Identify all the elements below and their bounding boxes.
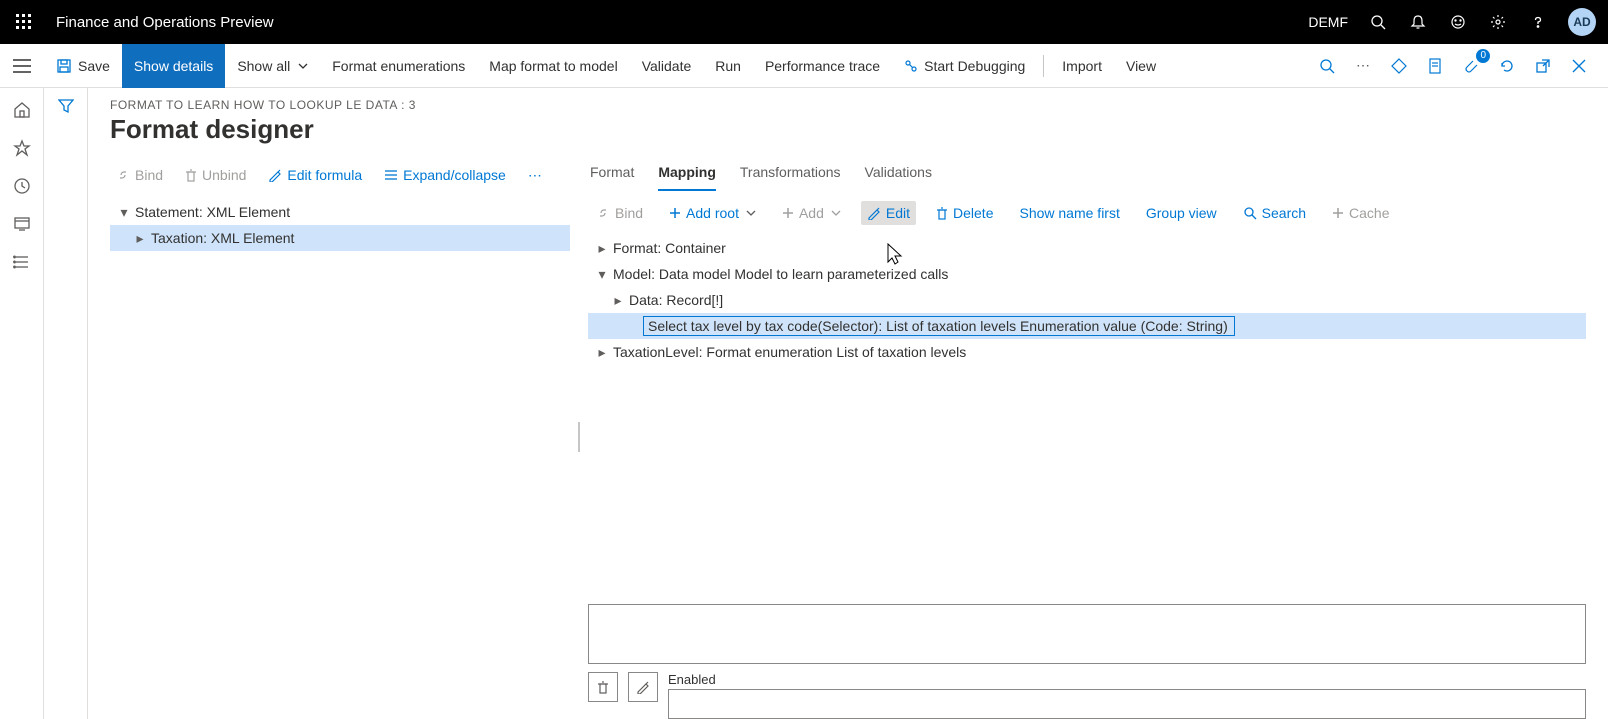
chevron-down-icon	[831, 210, 841, 216]
app-launcher-icon[interactable]	[0, 0, 48, 44]
add-root-button[interactable]: Add root	[663, 201, 762, 225]
app-topbar: Finance and Operations Preview DEMF AD	[0, 0, 1608, 44]
breadcrumb: FORMAT TO LEARN HOW TO LOOKUP LE DATA : …	[110, 98, 1586, 112]
tree-node-selector[interactable]: Select tax level by tax code(Selector): …	[588, 313, 1586, 339]
page-title: Format designer	[110, 114, 1586, 145]
mapping-toolbar: Bind Add root Add Edit	[588, 197, 1586, 233]
show-all-label: Show all	[237, 58, 290, 74]
tree-node-taxation[interactable]: ▸ Taxation: XML Element	[110, 225, 570, 251]
caret-right-icon: ▸	[611, 292, 625, 309]
formula-textarea[interactable]	[588, 604, 1586, 664]
import-button[interactable]: Import	[1050, 44, 1114, 88]
more-actions-icon[interactable]: ⋯	[522, 163, 548, 188]
toolbar-search-icon[interactable]	[1316, 55, 1338, 77]
run-button[interactable]: Run	[703, 44, 753, 88]
favorites-icon[interactable]	[12, 138, 32, 158]
feedback-icon[interactable]	[1448, 12, 1468, 32]
diamond-icon[interactable]	[1388, 55, 1410, 77]
format-toolbar: Bind Unbind Edit formula Expand/collapse	[110, 155, 570, 195]
modules-icon[interactable]	[12, 252, 32, 272]
delete-button[interactable]: Delete	[930, 201, 999, 225]
show-details-button[interactable]: Show details	[122, 44, 225, 88]
view-button[interactable]: View	[1114, 44, 1168, 88]
right-tabs: Format Mapping Transformations Validatio…	[588, 155, 1586, 191]
expand-collapse-button[interactable]: Expand/collapse	[378, 163, 512, 187]
add-button: Add	[776, 201, 847, 225]
filter-icon[interactable]	[58, 98, 74, 719]
tree-node-model[interactable]: ▾ Model: Data model Model to learn param…	[588, 261, 1586, 287]
map-format-to-model-button[interactable]: Map format to model	[477, 44, 629, 88]
user-avatar[interactable]: AD	[1568, 8, 1596, 36]
edit-button[interactable]: Edit	[861, 201, 916, 225]
attachments-badge: 0	[1476, 49, 1490, 63]
cmdbar-separator	[1043, 55, 1044, 77]
command-bar: Save Show details Show all Format enumer…	[0, 44, 1608, 88]
show-all-button[interactable]: Show all	[225, 44, 320, 88]
save-label: Save	[78, 58, 110, 74]
mapping-tree: ▸ Format: Container ▾ Model: Data model …	[588, 235, 1586, 365]
legal-entity[interactable]: DEMF	[1308, 14, 1348, 30]
more-icon[interactable]: ⋯	[1352, 55, 1374, 77]
filter-rail	[44, 88, 88, 719]
hamburger-icon[interactable]	[0, 44, 44, 88]
start-debugging-button[interactable]: Start Debugging	[892, 44, 1037, 88]
help-icon[interactable]	[1528, 12, 1548, 32]
mapping-bind-button: Bind	[590, 201, 649, 225]
tree-node-statement[interactable]: ▾ Statement: XML Element	[110, 199, 570, 225]
format-tree: ▾ Statement: XML Element ▸ Taxation: XML…	[110, 199, 570, 251]
chevron-down-icon	[298, 63, 308, 69]
caret-right-icon: ▸	[595, 240, 609, 257]
edit-formula-button[interactable]: Edit formula	[262, 163, 368, 187]
tree-node-taxationlevel[interactable]: ▸ TaxationLevel: Format enumeration List…	[588, 339, 1586, 365]
tab-format[interactable]: Format	[590, 155, 634, 191]
notifications-icon[interactable]	[1408, 12, 1428, 32]
unbind-button: Unbind	[179, 163, 252, 187]
left-nav	[0, 88, 44, 719]
mapping-search-button[interactable]: Search	[1237, 201, 1312, 225]
enabled-input[interactable]	[668, 689, 1586, 719]
app-title: Finance and Operations Preview	[56, 14, 274, 31]
tree-node-format-container[interactable]: ▸ Format: Container	[588, 235, 1586, 261]
caret-down-icon: ▾	[117, 204, 131, 221]
search-icon[interactable]	[1368, 12, 1388, 32]
validate-button[interactable]: Validate	[630, 44, 704, 88]
delete-formula-button[interactable]	[588, 672, 618, 702]
popout-icon[interactable]	[1532, 55, 1554, 77]
tree-node-data[interactable]: ▸ Data: Record[!]	[588, 287, 1586, 313]
refresh-icon[interactable]	[1496, 55, 1518, 77]
tab-validations[interactable]: Validations	[865, 155, 932, 191]
close-icon[interactable]	[1568, 55, 1590, 77]
performance-trace-button[interactable]: Performance trace	[753, 44, 892, 88]
cache-button: Cache	[1326, 201, 1395, 225]
home-icon[interactable]	[12, 100, 32, 120]
debug-icon	[904, 59, 918, 73]
format-enumerations-button[interactable]: Format enumerations	[320, 44, 477, 88]
show-details-label: Show details	[134, 58, 213, 74]
edit-enabled-button[interactable]	[628, 672, 658, 702]
save-button[interactable]: Save	[44, 44, 122, 88]
caret-right-icon: ▸	[133, 230, 147, 247]
page-icon[interactable]	[1424, 55, 1446, 77]
caret-right-icon: ▸	[595, 344, 609, 361]
group-view-button[interactable]: Group view	[1140, 201, 1223, 225]
settings-icon[interactable]	[1488, 12, 1508, 32]
splitter[interactable]	[576, 155, 582, 719]
tab-transformations[interactable]: Transformations	[740, 155, 841, 191]
bind-button: Bind	[110, 163, 169, 187]
tab-mapping[interactable]: Mapping	[658, 155, 716, 191]
show-name-first-button[interactable]: Show name first	[1013, 201, 1125, 225]
caret-down-icon: ▾	[595, 266, 609, 283]
recent-icon[interactable]	[12, 176, 32, 196]
save-icon	[56, 58, 72, 74]
attachments-icon[interactable]: 0	[1460, 55, 1482, 77]
chevron-down-icon	[746, 210, 756, 216]
workspaces-icon[interactable]	[12, 214, 32, 234]
enabled-label: Enabled	[668, 672, 1586, 687]
